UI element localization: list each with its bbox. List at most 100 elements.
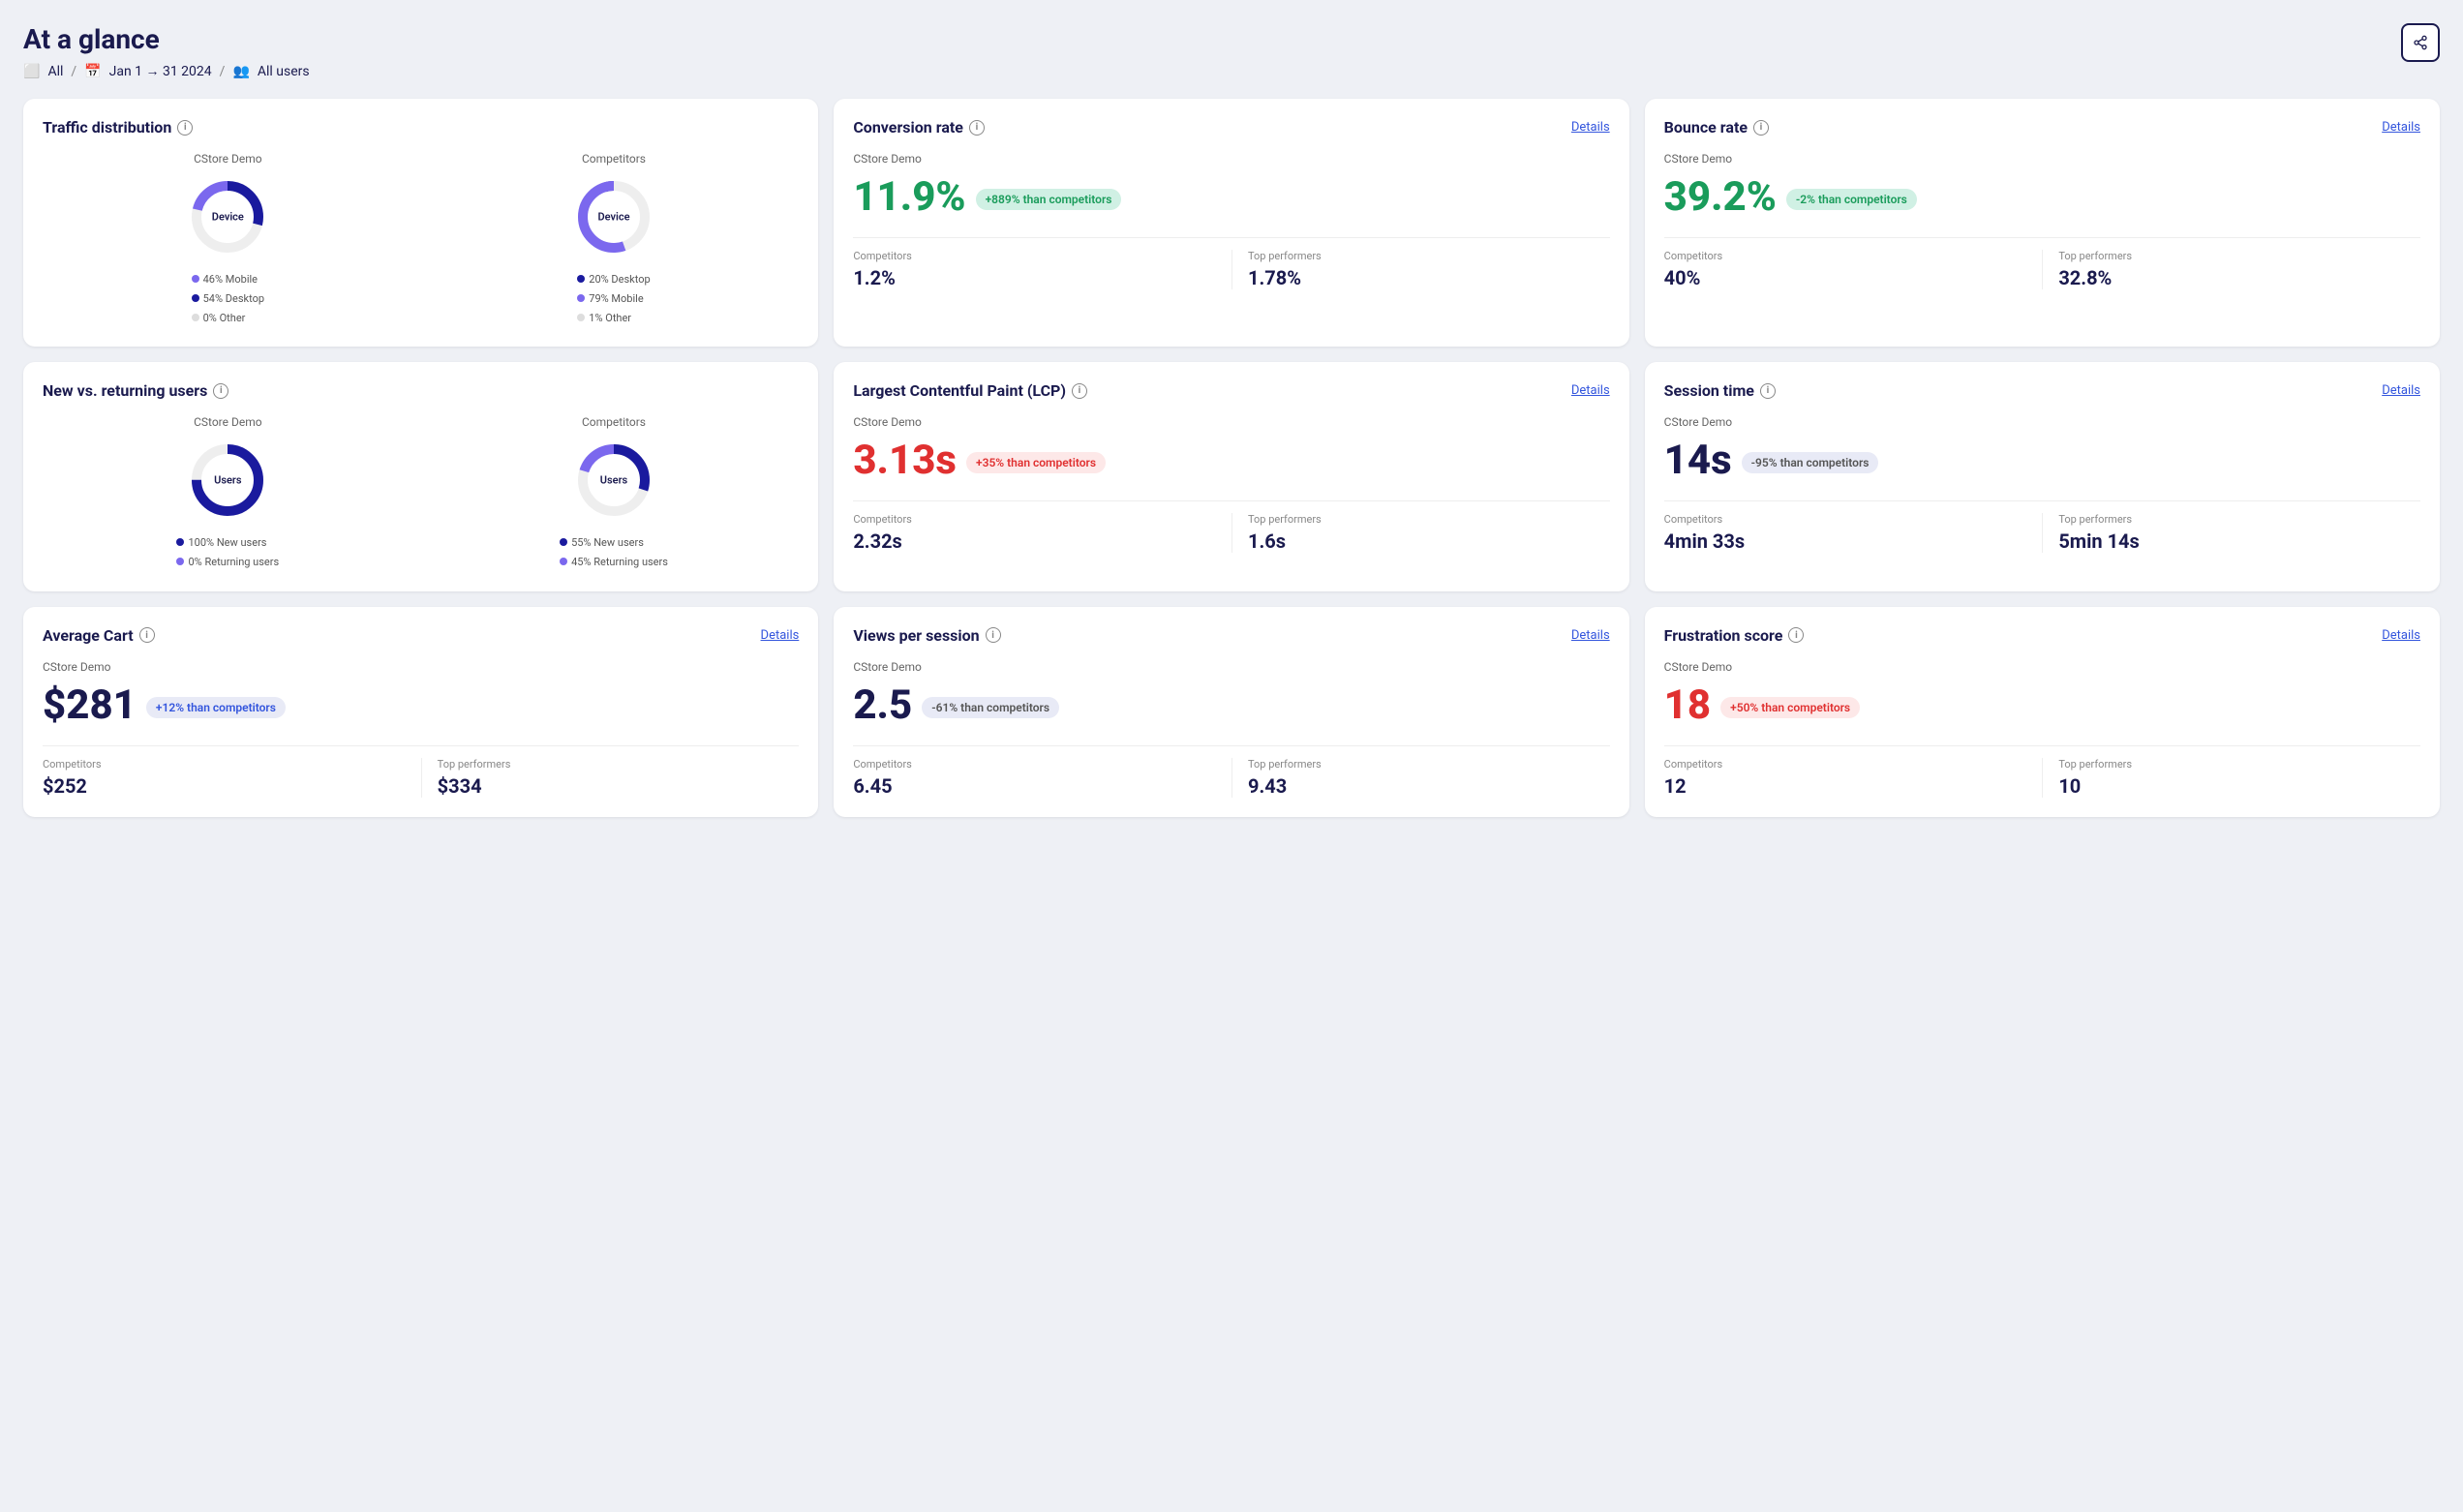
traffic-info-icon[interactable]: i <box>177 120 193 136</box>
frustration-top-performers: Top performers 10 <box>2042 758 2420 798</box>
lcp-badge: +35% than competitors <box>966 452 1106 473</box>
new-returning-competitors-donut: Users <box>570 437 657 524</box>
frustration-badge: +50% than competitors <box>1720 697 1860 718</box>
avg-cart-title: Average Cart i <box>43 626 155 645</box>
bounce-header: Bounce rate i Details <box>1664 118 2420 136</box>
conversion-badge: +889% than competitors <box>976 189 1122 210</box>
traffic-card-header: Traffic distribution i <box>43 118 799 136</box>
lcp-comparisons: Competitors 2.32s Top performers 1.6s <box>853 500 1609 553</box>
new-returning-cstore-donut: Users <box>184 437 271 524</box>
conversion-details-link[interactable]: Details <box>1571 120 1610 135</box>
frustration-title: Frustration score i <box>1664 626 1805 645</box>
new-returning-card: New vs. returning users i CStore Demo Us… <box>23 362 818 591</box>
frustration-info-icon[interactable]: i <box>1788 627 1804 643</box>
session-competitors: Competitors 4min 33s <box>1664 513 2043 553</box>
breadcrumb: ⬜ All / 📅 Jan 1 → 31 2024 / 👥 All users <box>23 63 310 79</box>
frustration-comparisons: Competitors 12 Top performers 10 <box>1664 745 2420 798</box>
views-title: Views per session i <box>853 626 1000 645</box>
new-returning-competitors: Competitors Users 55% New users 45% Retu… <box>429 415 800 572</box>
views-badge: -61% than competitors <box>922 697 1059 718</box>
session-value: 14s <box>1664 440 1732 481</box>
new-returning-info-icon[interactable]: i <box>213 383 228 399</box>
lcp-top-performers: Top performers 1.6s <box>1232 513 1610 553</box>
bounce-title: Bounce rate i <box>1664 118 1769 136</box>
conversion-top-performers: Top performers 1.78% <box>1232 250 1610 289</box>
views-value: 2.5 <box>853 685 912 726</box>
views-info-icon[interactable]: i <box>986 627 1001 643</box>
conversion-header: Conversion rate i Details <box>853 118 1609 136</box>
traffic-competitors: Competitors Device 20% Desktop 79% Mobil… <box>429 152 800 327</box>
conversion-competitors: Competitors 1.2% <box>853 250 1232 289</box>
traffic-competitors-legend: 20% Desktop 79% Mobile 1% Other <box>577 270 650 327</box>
traffic-content: CStore Demo Device 46% Mobile 54% Deskto… <box>43 152 799 327</box>
lcp-title: Largest Contentful Paint (LCP) i <box>853 381 1087 400</box>
breadcrumb-icon: ⬜ <box>23 64 40 79</box>
frustration-value: 18 <box>1664 685 1711 726</box>
lcp-card: Largest Contentful Paint (LCP) i Details… <box>834 362 1628 591</box>
session-top-performers: Top performers 5min 14s <box>2042 513 2420 553</box>
avg-cart-badge: +12% than competitors <box>146 697 286 718</box>
session-header: Session time i Details <box>1664 381 2420 400</box>
frustration-header: Frustration score i Details <box>1664 626 2420 645</box>
new-returning-competitors-legend: 55% New users 45% Returning users <box>560 533 668 572</box>
avg-cart-competitors: Competitors $252 <box>43 758 421 798</box>
calendar-icon: 📅 <box>84 64 101 79</box>
lcp-info-icon[interactable]: i <box>1072 383 1087 399</box>
lcp-competitors: Competitors 2.32s <box>853 513 1232 553</box>
header-left: At a glance ⬜ All / 📅 Jan 1 → 31 2024 / … <box>23 23 310 79</box>
conversion-value: 11.9% <box>853 177 965 218</box>
views-comparisons: Competitors 6.45 Top performers 9.43 <box>853 745 1609 798</box>
bounce-rate-card: Bounce rate i Details CStore Demo 39.2% … <box>1645 99 2440 347</box>
frustration-metric-row: 18 +50% than competitors <box>1664 681 2420 734</box>
bounce-info-icon[interactable]: i <box>1753 120 1769 136</box>
views-top-performers: Top performers 9.43 <box>1232 758 1610 798</box>
avg-cart-top-performers: Top performers $334 <box>421 758 800 798</box>
bounce-top-performers: Top performers 32.8% <box>2042 250 2420 289</box>
avg-cart-comparisons: Competitors $252 Top performers $334 <box>43 745 799 798</box>
bounce-comparisons: Competitors 40% Top performers 32.8% <box>1664 237 2420 289</box>
bounce-competitors: Competitors 40% <box>1664 250 2043 289</box>
page-header: At a glance ⬜ All / 📅 Jan 1 → 31 2024 / … <box>23 23 2440 79</box>
session-info-icon[interactable]: i <box>1760 383 1776 399</box>
bounce-metric-row: 39.2% -2% than competitors <box>1664 173 2420 226</box>
share-button[interactable] <box>2401 23 2440 62</box>
session-details-link[interactable]: Details <box>2382 383 2420 398</box>
page-title: At a glance <box>23 23 310 55</box>
filter-all[interactable]: All <box>47 64 63 79</box>
new-returning-cstore: CStore Demo Users 100% New users 0% Retu… <box>43 415 413 572</box>
traffic-title: Traffic distribution i <box>43 118 193 136</box>
traffic-competitors-donut: Device <box>570 173 657 260</box>
frustration-card: Frustration score i Details CStore Demo … <box>1645 607 2440 817</box>
session-comparisons: Competitors 4min 33s Top performers 5min… <box>1664 500 2420 553</box>
conversion-metric-row: 11.9% +889% than competitors <box>853 173 1609 226</box>
dashboard-grid: Traffic distribution i CStore Demo Devic… <box>23 99 2440 817</box>
conversion-rate-card: Conversion rate i Details CStore Demo 11… <box>834 99 1628 347</box>
session-title: Session time i <box>1664 381 1776 400</box>
views-metric-row: 2.5 -61% than competitors <box>853 681 1609 734</box>
avg-cart-info-icon[interactable]: i <box>139 627 155 643</box>
traffic-cstore-legend: 46% Mobile 54% Desktop 0% Other <box>192 270 264 327</box>
avg-cart-value: $281 <box>43 685 137 726</box>
views-card: Views per session i Details CStore Demo … <box>834 607 1628 817</box>
frustration-details-link[interactable]: Details <box>2382 628 2420 643</box>
traffic-cstore-donut: Device <box>184 173 271 260</box>
lcp-details-link[interactable]: Details <box>1571 383 1610 398</box>
new-returning-content: CStore Demo Users 100% New users 0% Retu… <box>43 415 799 572</box>
users-icon: 👥 <box>232 64 249 79</box>
conversion-info-icon[interactable]: i <box>969 120 985 136</box>
avg-cart-metric-row: $281 +12% than competitors <box>43 681 799 734</box>
avg-cart-header: Average Cart i Details <box>43 626 799 645</box>
views-competitors: Competitors 6.45 <box>853 758 1232 798</box>
views-details-link[interactable]: Details <box>1571 628 1610 643</box>
avg-cart-details-link[interactable]: Details <box>761 628 800 643</box>
new-returning-cstore-legend: 100% New users 0% Returning users <box>176 533 279 572</box>
filter-date[interactable]: Jan 1 → 31 2024 <box>109 63 212 79</box>
traffic-cstore: CStore Demo Device 46% Mobile 54% Deskto… <box>43 152 413 327</box>
lcp-header: Largest Contentful Paint (LCP) i Details <box>853 381 1609 400</box>
avg-cart-card: Average Cart i Details CStore Demo $281 … <box>23 607 818 817</box>
session-time-card: Session time i Details CStore Demo 14s -… <box>1645 362 2440 591</box>
bounce-details-link[interactable]: Details <box>2382 120 2420 135</box>
views-header: Views per session i Details <box>853 626 1609 645</box>
new-returning-title: New vs. returning users i <box>43 381 228 400</box>
filter-users[interactable]: All users <box>258 64 310 79</box>
